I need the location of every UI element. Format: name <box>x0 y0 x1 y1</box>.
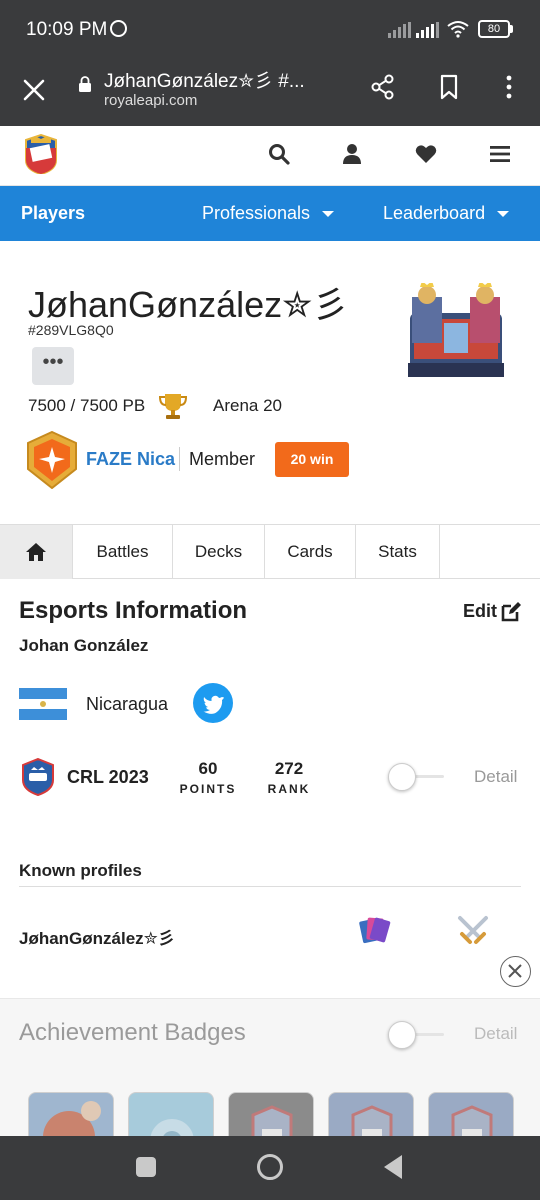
player-tag: #289VLG8Q0 <box>28 322 114 338</box>
nav-professionals[interactable]: Professionals <box>202 203 335 224</box>
more-menu-icon[interactable] <box>494 72 524 102</box>
tab-cards[interactable]: Cards <box>265 525 356 579</box>
lock-icon <box>79 76 91 92</box>
section-nav: Players Professionals Leaderboard <box>0 186 540 241</box>
known-profile-name[interactable]: JøhanGønzález✮彡 <box>19 924 175 949</box>
league-name: CRL 2023 <box>67 767 149 787</box>
system-nav-bar <box>0 1136 540 1200</box>
tab-home[interactable] <box>0 525 73 579</box>
nav-leaderboard-label: Leaderboard <box>383 203 486 223</box>
more-options-button[interactable]: ••• <box>32 347 74 385</box>
url-text[interactable]: royaleapi.com <box>104 92 197 109</box>
rank-label: RANK <box>267 782 311 796</box>
clan-name-link[interactable]: FAZE Nica <box>86 449 175 470</box>
tab-stats[interactable]: Stats <box>356 525 440 579</box>
signal-icon <box>388 22 411 38</box>
close-icon[interactable] <box>18 74 50 106</box>
win-streak-badge: 20 win <box>275 442 349 477</box>
nav-professionals-label: Professionals <box>202 203 311 223</box>
divider <box>179 447 180 471</box>
page-title[interactable]: JøhanGønzález✮彡 #... <box>104 66 344 93</box>
achievements-section: Achievement Badges Detail <box>0 998 540 1152</box>
toggle-knob <box>388 1021 416 1049</box>
player-real-name: Johan González <box>19 636 149 655</box>
rank-value: 272 <box>274 759 304 778</box>
battery-level: 80 <box>487 23 501 35</box>
detail-toggle[interactable] <box>388 763 444 791</box>
toggle-knob <box>388 763 416 791</box>
signal-icon <box>416 22 439 38</box>
arena-label: Arena 20 <box>213 396 282 415</box>
profile-tabs: Battles Decks Cards Stats <box>0 524 540 579</box>
chevron-down-icon <box>497 211 510 218</box>
edit-icon[interactable] <box>500 601 522 623</box>
tab-battles[interactable]: Battles <box>73 525 173 579</box>
esports-heading: Esports Information <box>19 597 248 624</box>
player-name: JøhanGønzález✮彡 <box>28 284 349 325</box>
wifi-icon <box>447 21 469 38</box>
royaleapi-logo[interactable] <box>22 134 60 174</box>
site-header <box>0 126 540 186</box>
alarm-icon <box>110 20 127 37</box>
bookmark-icon[interactable] <box>434 72 464 102</box>
trophy-icon <box>158 394 188 419</box>
arena-image <box>408 283 504 377</box>
heart-icon[interactable] <box>414 142 438 166</box>
battery-icon: 80 <box>478 20 510 38</box>
achievements-detail-toggle[interactable] <box>388 1021 444 1049</box>
home-button-icon[interactable] <box>257 1154 283 1180</box>
crl-league-icon <box>22 758 54 796</box>
hamburger-menu-icon[interactable] <box>488 142 512 166</box>
edit-link[interactable]: Edit <box>463 601 497 622</box>
tab-decks[interactable]: Decks <box>173 525 265 579</box>
cards-icon[interactable] <box>358 914 392 946</box>
clan-role: Member <box>189 449 256 469</box>
close-icon <box>508 964 522 978</box>
twitter-icon <box>203 695 224 714</box>
home-icon <box>26 543 46 561</box>
clan-badge-icon[interactable] <box>26 431 78 489</box>
back-icon[interactable] <box>384 1155 402 1179</box>
known-profiles-heading: Known profiles <box>19 861 142 880</box>
divider <box>19 886 521 887</box>
nav-leaderboard[interactable]: Leaderboard <box>383 203 510 224</box>
status-time: 10:09 PM <box>26 19 108 40</box>
chevron-down-icon <box>322 211 335 218</box>
battle-swords-icon[interactable] <box>456 914 490 946</box>
browser-toolbar: JøhanGønzález✮彡 #... royaleapi.com <box>0 60 540 126</box>
close-ad-button[interactable] <box>500 956 531 987</box>
recents-icon[interactable] <box>136 1157 156 1177</box>
achievements-heading: Achievement Badges <box>19 1019 246 1046</box>
share-icon[interactable] <box>368 72 398 102</box>
nicaragua-flag-icon <box>19 688 67 720</box>
detail-label: Detail <box>474 1024 518 1043</box>
nav-players[interactable]: Players <box>21 203 85 224</box>
user-icon[interactable] <box>340 142 364 166</box>
twitter-link[interactable] <box>193 683 233 723</box>
detail-label: Detail <box>474 767 518 786</box>
country-name: Nicaragua <box>86 694 169 714</box>
points-label: POINTS <box>179 782 237 796</box>
points-value: 60 <box>198 759 218 778</box>
search-icon[interactable] <box>267 142 291 166</box>
status-bar: 10:09 PM 80 <box>0 0 540 60</box>
trophy-count: 7500 / 7500 PB <box>28 396 146 415</box>
